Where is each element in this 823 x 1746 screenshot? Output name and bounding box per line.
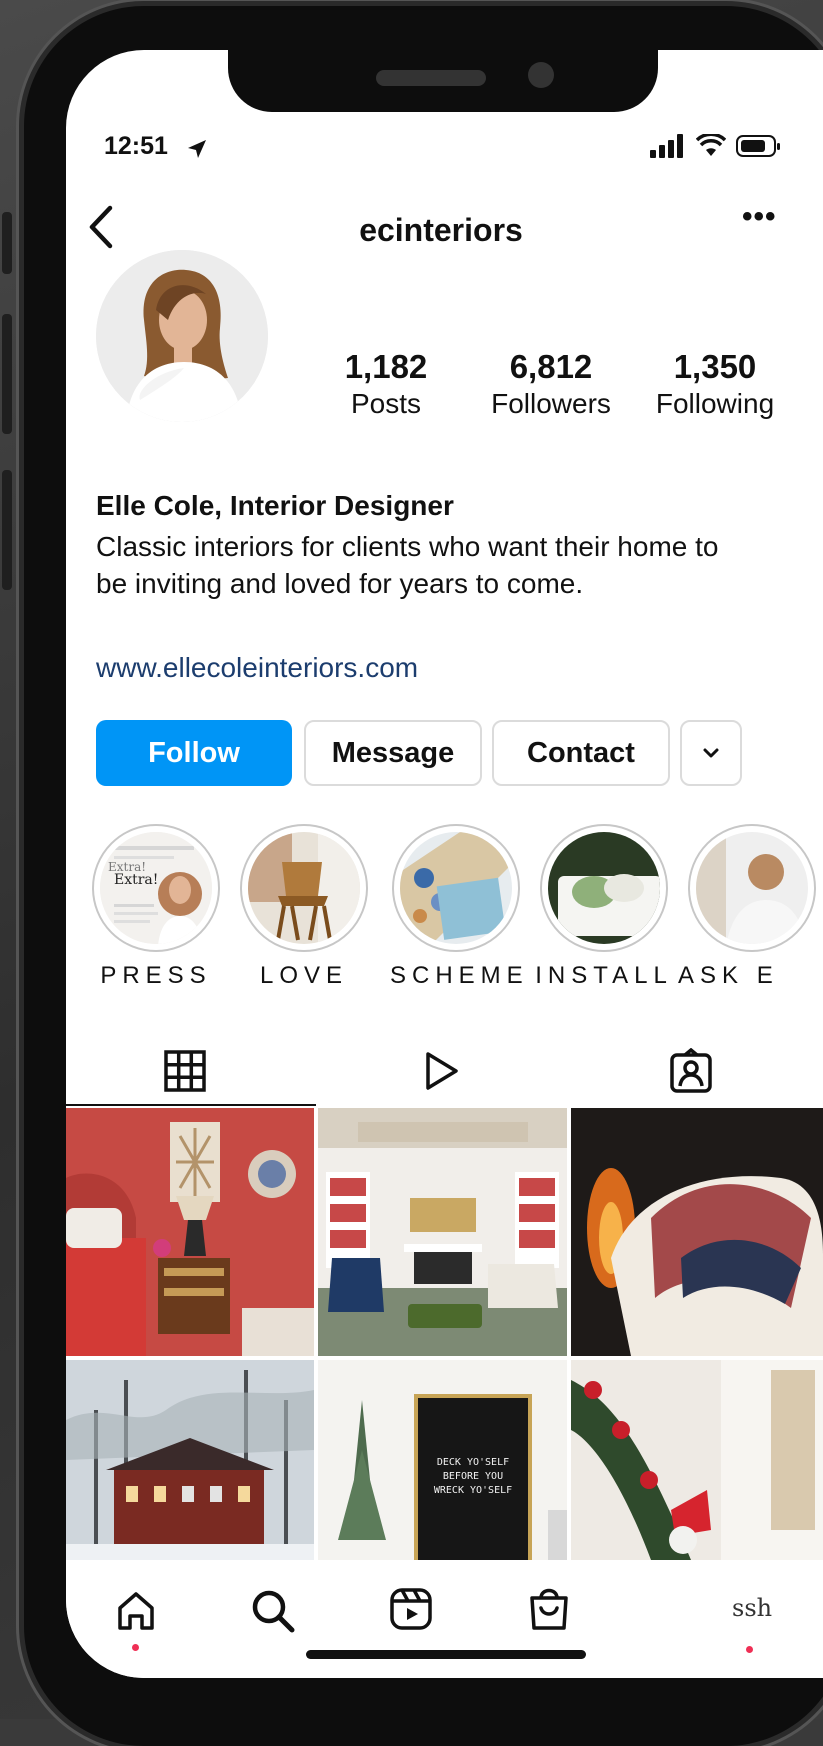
rattan-chair-image bbox=[248, 832, 360, 944]
contact-button[interactable]: Contact bbox=[492, 720, 670, 786]
letterboard-line-1: DECK YO'SELF bbox=[436, 1457, 510, 1468]
highlight-scheme-thumb bbox=[400, 832, 512, 944]
highlight-ask[interactable] bbox=[688, 824, 816, 952]
blanket-fireplace-image bbox=[571, 1108, 823, 1356]
profile-tab-avatar[interactable]: ssh bbox=[732, 1594, 772, 1622]
highlight-press-label: PRESS bbox=[100, 962, 212, 989]
grid-icon[interactable] bbox=[162, 1048, 208, 1094]
letterboard-line-2: BEFORE YOU bbox=[442, 1471, 504, 1482]
home-icon[interactable] bbox=[114, 1588, 158, 1632]
letterboard-text: DECK YO'SELF BEFORE YOU WRECK YO'SELF bbox=[418, 1456, 528, 1498]
phone-screen: 12:51 ecinteriors ••• 1,182 Posts 6,812 … bbox=[66, 50, 823, 1678]
highlight-press-thumb: Extra! Extra! bbox=[100, 832, 212, 944]
living-room-image bbox=[318, 1108, 567, 1356]
highlight-love[interactable] bbox=[240, 824, 368, 952]
highlight-install-label: INSTALL bbox=[535, 962, 673, 989]
tagged-icon[interactable] bbox=[668, 1048, 714, 1094]
stat-followers-value: 6,812 bbox=[509, 348, 593, 385]
sofa-pillows-image bbox=[548, 832, 660, 944]
bottom-navigation bbox=[66, 1560, 823, 1678]
post-living-room[interactable] bbox=[318, 1108, 567, 1356]
post-letterboard[interactable]: DECK YO'SELF BEFORE YOU WRECK YO'SELF bbox=[318, 1360, 567, 1560]
notch bbox=[228, 50, 658, 112]
profile-website-link[interactable]: www.ellecoleinteriors.com bbox=[96, 652, 418, 684]
stat-followers[interactable]: 6,812 Followers bbox=[476, 348, 626, 422]
follow-button[interactable]: Follow bbox=[96, 720, 292, 786]
stat-posts[interactable]: 1,182 Posts bbox=[306, 348, 466, 422]
home-notification-dot bbox=[132, 1644, 139, 1651]
portrait-photo bbox=[96, 250, 268, 422]
stat-following-label: Following bbox=[655, 388, 775, 419]
active-tab-indicator bbox=[66, 1104, 316, 1106]
front-camera bbox=[528, 62, 554, 88]
profile-notification-dot bbox=[746, 1646, 753, 1653]
highlight-install[interactable] bbox=[540, 824, 668, 952]
stat-posts-value: 1,182 bbox=[344, 348, 428, 385]
press-thumb-text: Extra! bbox=[114, 872, 159, 888]
home-indicator bbox=[306, 1650, 586, 1659]
reels-icon[interactable] bbox=[388, 1586, 434, 1632]
post-red-bedroom[interactable] bbox=[66, 1108, 314, 1356]
message-button[interactable]: Message bbox=[304, 720, 482, 786]
highlight-press[interactable]: Extra! Extra! bbox=[92, 824, 220, 952]
chevron-down-icon bbox=[703, 748, 719, 758]
highlight-ask-thumb bbox=[696, 832, 808, 944]
shop-bag-icon[interactable] bbox=[526, 1584, 572, 1632]
stat-following-value: 1,350 bbox=[673, 348, 757, 385]
signal-icon bbox=[650, 134, 683, 158]
highlight-love-label: LOVE bbox=[259, 962, 349, 989]
holiday-staircase-image bbox=[571, 1360, 823, 1560]
volume-down-button bbox=[2, 470, 12, 590]
reels-play-icon[interactable] bbox=[418, 1048, 464, 1094]
red-bedroom-image bbox=[66, 1108, 314, 1356]
stat-following[interactable]: 1,350 Following bbox=[640, 348, 790, 422]
more-options-icon[interactable]: ••• bbox=[742, 200, 777, 234]
highlight-ask-label: ASK E bbox=[678, 962, 779, 989]
designer-portrait-image bbox=[696, 832, 808, 944]
post-snowy-house[interactable] bbox=[66, 1360, 314, 1560]
profile-bio: Classic interiors for clients who want t… bbox=[96, 531, 719, 599]
search-icon[interactable] bbox=[250, 1588, 296, 1634]
post-holiday-stairs[interactable] bbox=[571, 1360, 823, 1560]
wifi-icon bbox=[696, 134, 726, 156]
battery-icon bbox=[736, 135, 780, 157]
press-clipping-image bbox=[100, 832, 212, 944]
highlight-love-thumb bbox=[248, 832, 360, 944]
silent-switch bbox=[2, 212, 12, 274]
volume-up-button bbox=[2, 314, 12, 434]
highlight-install-thumb bbox=[548, 832, 660, 944]
snowy-house-image bbox=[66, 1360, 314, 1560]
location-arrow-icon bbox=[188, 140, 206, 158]
stat-followers-label: Followers bbox=[491, 388, 611, 419]
fabric-swatches-image bbox=[400, 832, 512, 944]
post-cozy-blanket[interactable] bbox=[571, 1108, 823, 1356]
stat-posts-label: Posts bbox=[350, 388, 422, 419]
highlight-scheme[interactable] bbox=[392, 824, 520, 952]
profile-username: ecinteriors bbox=[359, 212, 523, 248]
suggested-accounts-button[interactable] bbox=[680, 720, 742, 786]
highlight-scheme-label: SCHEME bbox=[390, 962, 529, 989]
letterboard-line-3: WRECK YO'SELF bbox=[433, 1485, 513, 1496]
profile-display-name: Elle Cole, Interior Designer bbox=[96, 490, 454, 521]
profile-avatar[interactable] bbox=[96, 250, 268, 422]
speaker bbox=[376, 70, 486, 86]
status-time: 12:51 bbox=[104, 132, 168, 160]
status-icons bbox=[650, 134, 782, 158]
